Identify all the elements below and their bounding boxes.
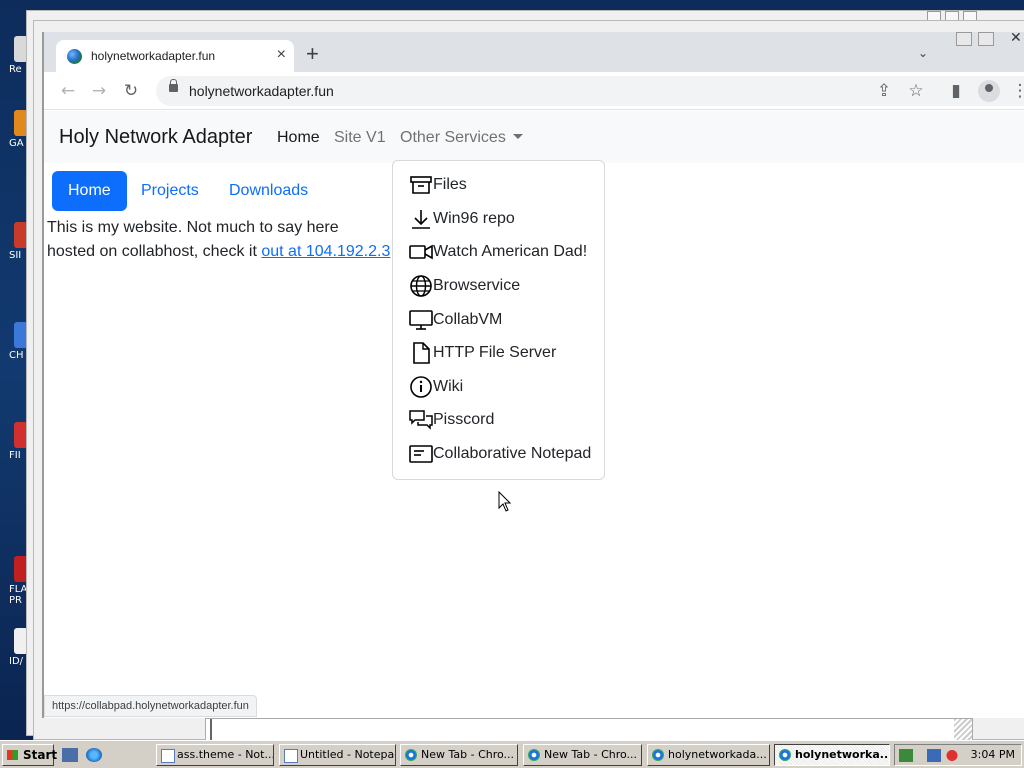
browser-toolbar: ← → ↻ holynetworkadapter.fun ⇪ ☆ ▮ ⋮ [44,72,1024,110]
taskbar-button[interactable]: New Tab - Chro... [400,744,518,766]
camera-video-icon [409,244,433,260]
dropdown-item-label: Watch American Dad! [433,243,588,260]
back-arrow-icon[interactable]: ← [58,81,78,101]
dropdown-item-label: CollabVM [433,311,503,328]
dropdown-item-label: Win96 repo [433,210,515,227]
navbar-brand[interactable]: Holy Network Adapter [59,126,252,149]
archive-icon [410,176,432,194]
tab-close-icon[interactable]: × [277,46,286,64]
dropdown-item-label: HTTP File Server [433,344,557,361]
dropdown-item[interactable]: Win96 repo [409,205,515,233]
download-icon [412,210,430,229]
status-bar-url: https://collabpad.holynetworkadapter.fun [44,695,257,717]
network-icon[interactable] [927,749,941,762]
dropdown-item[interactable]: Watch American Dad! [409,238,587,266]
chat-icon [409,410,433,430]
notepad-icon [409,445,433,463]
taskbar-button[interactable]: Untitled - Notepad [279,744,396,766]
window-close-icon[interactable]: ✕ [1010,32,1022,46]
nav-dropdown-label: Other Services [400,129,506,146]
volume-muted-icon[interactable] [945,749,959,762]
caret-down-icon [512,134,523,139]
pill-home[interactable]: Home [52,171,127,211]
taskbar-button[interactable]: holynetworka... [774,744,890,766]
show-desktop-icon[interactable] [62,748,78,762]
forward-arrow-icon[interactable]: → [89,81,109,101]
hosting-text-prefix: hosted on collabhost, check it [47,243,262,260]
pill-downloads[interactable]: Downloads [213,171,324,211]
profile-avatar-icon[interactable] [978,80,1000,102]
maximize-button[interactable] [978,32,994,46]
dropdown-item[interactable]: Pisscord [409,406,494,434]
tray-app-icon[interactable] [899,749,913,762]
side-panel-icon[interactable]: ▮ [946,81,966,101]
taskbar-button[interactable]: ass.theme - Not... [156,744,274,766]
globe-favicon-icon [67,49,82,64]
pill-projects[interactable]: Projects [125,171,215,211]
tab-strip: holynetworkadapter.fun × + ⌄ ✕ [44,32,1024,72]
globe-icon [410,275,432,297]
other-services-dropdown-menu: Files Win96 repo Watch American Dad! Browse… [392,160,605,480]
dropdown-item[interactable]: Files [409,171,467,199]
dropdown-item-label: Wiki [433,378,464,395]
taskbar-button[interactable]: New Tab - Chro... [523,744,642,766]
taskbar: Start ass.theme - Not... Untitled - Notep… [0,740,1024,768]
taskbar-button[interactable]: holynetworkada... [647,744,770,766]
dropdown-item-label: Browservice [433,277,521,294]
url-text[interactable]: holynetworkadapter.fun [189,83,334,99]
reload-icon[interactable]: ↻ [121,81,141,101]
internet-explorer-icon[interactable] [86,748,102,762]
dropdown-item-label: Pisscord [433,411,495,428]
background-window-bottom [205,718,973,743]
dropdown-item-label: Collaborative Notepad [433,445,592,462]
nav-link-site-v1[interactable]: Site V1 [334,129,386,147]
intro-text: This is my website. Not much to say here [47,219,339,236]
clock[interactable]: 3:04 PM [971,748,1015,761]
collabhost-link[interactable]: out at 104.192.2.3 [261,243,390,260]
monitor-icon [409,310,433,330]
minimize-button[interactable] [956,32,972,46]
dropdown-item-label: Files [433,176,467,193]
start-button[interactable]: Start [2,744,57,766]
system-tray: 3:04 PM [894,744,1022,766]
nav-link-home[interactable]: Home [277,129,320,147]
dropdown-item[interactable]: Browservice [409,272,520,300]
menu-kebab-icon[interactable]: ⋮ [1010,81,1024,101]
dropdown-item[interactable]: HTTP File Server [409,339,556,367]
dropdown-item[interactable]: CollabVM [409,306,502,334]
browser-tab[interactable]: holynetworkadapter.fun × [56,40,294,72]
file-icon [413,342,430,364]
share-icon[interactable]: ⇪ [874,81,894,101]
tab-title: holynetworkadapter.fun [91,49,216,63]
dropdown-item[interactable]: Wiki [409,373,463,401]
nav-dropdown-other-services[interactable]: Other Services [400,129,523,147]
mouse-cursor-icon [498,491,512,512]
bookmark-star-icon[interactable]: ☆ [906,81,926,101]
browser-window: holynetworkadapter.fun × + ⌄ ✕ ← → ↻ hol… [42,32,1024,718]
tab-search-icon[interactable]: ⌄ [918,46,928,60]
new-tab-button[interactable]: + [306,43,319,65]
dropdown-item[interactable]: Collaborative Notepad [409,440,591,468]
info-icon [410,376,432,398]
web-page: Holy Network Adapter Home Site V1 Other … [44,111,1024,718]
hosting-text: hosted on collabhost, check it out at 10… [47,243,390,261]
navbar: Holy Network Adapter Home Site V1 Other … [44,111,1024,163]
lock-icon[interactable] [169,79,178,92]
